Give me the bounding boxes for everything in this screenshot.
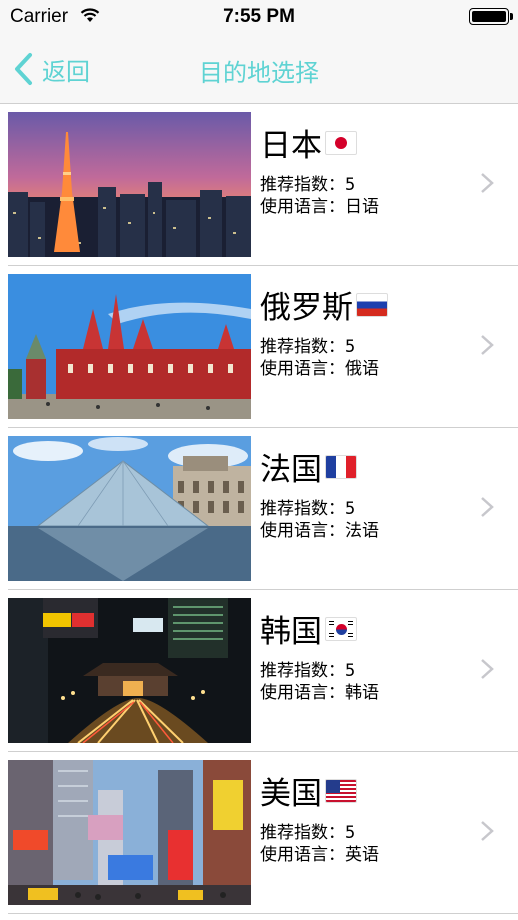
louvre-pyramid-photo — [8, 436, 251, 581]
navigation-bar: 返回 目的地选择 — [0, 34, 518, 104]
destination-row-japan[interactable]: 日本 推荐指数：5 使用语言：日语 — [0, 104, 518, 266]
france-flag-icon — [325, 454, 357, 479]
rating-value: 5 — [345, 499, 356, 519]
country-name: 美国 — [260, 768, 357, 813]
battery-fill — [472, 11, 506, 22]
language-label: 使用语言： — [260, 521, 345, 541]
rating-line: 推荐指数：5 — [260, 498, 379, 520]
destination-meta: 推荐指数：5 使用语言：法语 — [260, 498, 379, 542]
chevron-right-icon — [481, 173, 494, 193]
language-label: 使用语言： — [260, 197, 345, 217]
language-label: 使用语言： — [260, 683, 345, 703]
language-value: 日语 — [345, 197, 379, 217]
rating-label: 推荐指数： — [260, 499, 345, 519]
language-label: 使用语言： — [260, 845, 345, 865]
seoul-night-street-photo — [8, 598, 251, 743]
rating-value: 5 — [345, 823, 356, 843]
rating-value: 5 — [345, 337, 356, 357]
rating-line: 推荐指数：5 — [260, 174, 379, 196]
destination-row-usa[interactable]: 美国 推荐指数：5 使用语言：英语 — [0, 752, 518, 914]
usa-flag-icon — [325, 778, 357, 803]
country-name: 法国 — [260, 444, 357, 489]
language-value: 俄语 — [345, 359, 379, 379]
destination-meta: 推荐指数：5 使用语言：俄语 — [260, 336, 379, 380]
chevron-right-icon — [481, 659, 494, 679]
rating-label: 推荐指数： — [260, 661, 345, 681]
status-bar: Carrier 7:55 PM — [0, 0, 518, 34]
rating-label: 推荐指数： — [260, 823, 345, 843]
country-name: 俄罗斯 — [260, 282, 388, 327]
language-line: 使用语言：韩语 — [260, 682, 379, 704]
country-name: 日本 — [260, 120, 357, 165]
destination-meta: 推荐指数：5 使用语言：韩语 — [260, 660, 379, 704]
destination-row-korea[interactable]: 韩国 推荐指数：5 使用语言：韩语 — [0, 590, 518, 752]
country-label: 日本 — [260, 128, 322, 164]
country-label: 俄罗斯 — [260, 290, 353, 326]
chevron-right-icon — [481, 335, 494, 355]
country-name: 韩国 — [260, 606, 357, 651]
red-square-moscow-photo — [8, 274, 251, 419]
tokyo-tower-night-photo — [8, 112, 251, 257]
language-line: 使用语言：法语 — [260, 520, 379, 542]
japan-flag-icon — [325, 130, 357, 155]
battery-nub — [510, 13, 513, 20]
times-square-photo — [8, 760, 251, 905]
page-title: 目的地选择 — [199, 59, 319, 87]
language-value: 韩语 — [345, 683, 379, 703]
rating-line: 推荐指数：5 — [260, 336, 379, 358]
rating-line: 推荐指数：5 — [260, 660, 379, 682]
language-value: 法语 — [345, 521, 379, 541]
rating-value: 5 — [345, 175, 356, 195]
russia-flag-icon — [356, 292, 388, 317]
language-value: 英语 — [345, 845, 379, 865]
country-label: 韩国 — [260, 614, 322, 650]
chevron-right-icon — [481, 497, 494, 517]
language-line: 使用语言：日语 — [260, 196, 379, 218]
destination-row-russia[interactable]: 俄罗斯 推荐指数：5 使用语言：俄语 — [0, 266, 518, 428]
country-label: 法国 — [260, 452, 322, 488]
rating-value: 5 — [345, 661, 356, 681]
chevron-right-icon — [481, 821, 494, 841]
destination-meta: 推荐指数：5 使用语言：英语 — [260, 822, 379, 866]
clock: 7:55 PM — [223, 6, 295, 27]
row-separator — [8, 913, 518, 914]
rating-line: 推荐指数：5 — [260, 822, 379, 844]
language-label: 使用语言： — [260, 359, 345, 379]
language-line: 使用语言：俄语 — [260, 358, 379, 380]
rating-label: 推荐指数： — [260, 175, 345, 195]
destination-meta: 推荐指数：5 使用语言：日语 — [260, 174, 379, 218]
destination-list: 日本 推荐指数：5 使用语言：日语 俄罗斯 推荐指数：5 使用语言：俄语 法国 … — [0, 104, 518, 914]
language-line: 使用语言：英语 — [260, 844, 379, 866]
korea-flag-icon — [325, 616, 357, 641]
country-label: 美国 — [260, 776, 322, 812]
destination-row-france[interactable]: 法国 推荐指数：5 使用语言：法语 — [0, 428, 518, 590]
battery-icon — [469, 8, 509, 25]
rating-label: 推荐指数： — [260, 337, 345, 357]
